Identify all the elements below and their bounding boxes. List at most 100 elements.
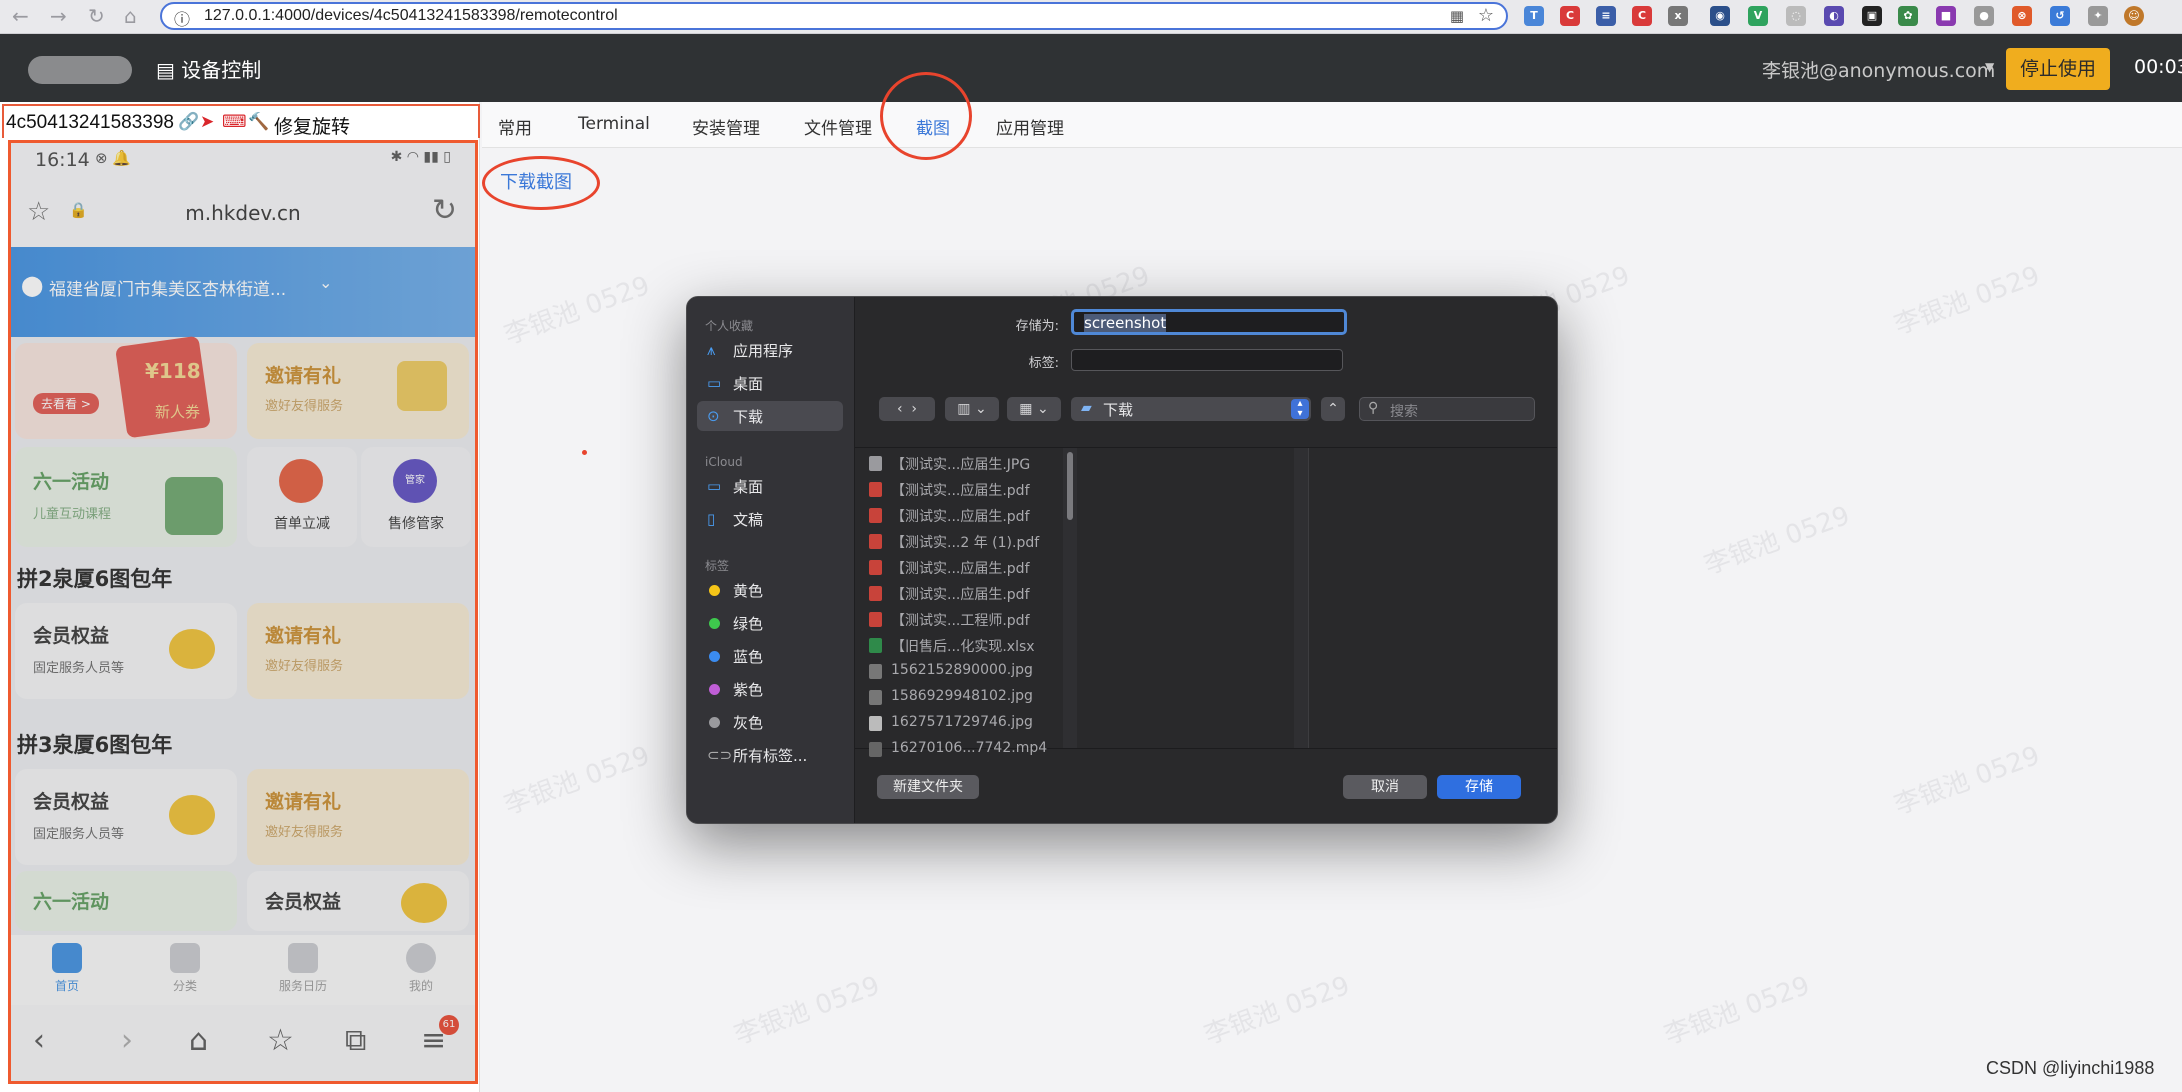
first-order-card[interactable]: 首单立减	[247, 447, 357, 547]
arrow-right-icon[interactable]: →	[50, 4, 67, 28]
vue-devtools-icon[interactable]: V	[1748, 6, 1768, 26]
activity-card[interactable]: 六一活动 儿童互动课程	[15, 447, 237, 547]
extension-icon[interactable]: ◐	[1824, 6, 1844, 26]
reload-icon[interactable]: ↻	[88, 4, 105, 28]
sidebar-item-downloads[interactable]: ⊙ 下载	[697, 401, 843, 431]
file-item[interactable]: 【测试实...应届生.pdf	[865, 556, 1065, 580]
star-icon[interactable]: ☆	[267, 1023, 294, 1058]
sidebar-item-tag-blue[interactable]: 蓝色	[697, 641, 843, 671]
tab-terminal[interactable]: Terminal	[578, 114, 650, 134]
file-item[interactable]: 【测试实...应届生.JPG	[865, 452, 1065, 476]
reload-icon[interactable]: ↻	[432, 193, 457, 228]
save-as-field[interactable]: screenshot	[1071, 309, 1347, 335]
keyboard-icon[interactable]: ⌨	[222, 112, 247, 132]
back-icon[interactable]: ‹	[33, 1023, 45, 1058]
tab-apps[interactable]: 应用管理	[996, 114, 1064, 139]
puzzle-icon[interactable]: ✦	[2088, 6, 2108, 26]
info-icon[interactable]: ⓘ	[174, 6, 190, 30]
file-item[interactable]: 【旧售后...化实现.xlsx	[865, 634, 1065, 658]
invite-card[interactable]: 邀请有礼 邀好友得服务	[247, 603, 469, 699]
extension-icon[interactable]: ◌	[1786, 6, 1806, 26]
sidebar-item-desktop[interactable]: ▭ 桌面	[697, 368, 843, 398]
member-card[interactable]: 会员权益 固定服务人员等	[15, 769, 237, 865]
file-item[interactable]: 16270106...7742.mp4	[865, 738, 1065, 762]
sidebar-item-applications[interactable]: ⩚ 应用程序	[697, 335, 843, 365]
collapse-button[interactable]: ⌃	[1321, 397, 1345, 421]
sidebar-item-all-tags[interactable]: ⊂⊃ 所有标签...	[697, 740, 843, 770]
stop-using-button[interactable]: 停止使用	[2006, 48, 2110, 90]
cancel-button[interactable]: 取消	[1343, 775, 1427, 799]
sidebar-item-documents[interactable]: ▯ 文稿	[697, 504, 843, 534]
phone-screen[interactable]: 16:14 ⊗ 🔔 ✱ ◠ ▮▮ ▯ ☆ 🔒 m.hkdev.cn ↻ ⬤ 福建…	[8, 140, 478, 1084]
hammer-icon[interactable]: 🔨	[248, 112, 269, 132]
user-menu[interactable]: 李银池@anonymous.com	[1762, 56, 1995, 83]
tab-common[interactable]: 常用	[498, 114, 532, 139]
dialog-sidebar: 个人收藏 ⩚ 应用程序 ▭ 桌面 ⊙ 下载 iCloud ▭ 桌面 ▯ 文稿 标签 黄色 …	[687, 297, 855, 823]
extension-icon[interactable]: C	[1560, 6, 1580, 26]
search-input[interactable]: ⚲ 搜索	[1359, 397, 1535, 421]
file-item[interactable]: 【测试实...2 年 (1).pdf	[865, 530, 1065, 554]
extension-icon[interactable]: ↺	[2050, 6, 2070, 26]
home-icon[interactable]: ⌂	[124, 4, 137, 28]
group-view-button[interactable]: ▦ ⌄	[1007, 397, 1061, 421]
file-item[interactable]: 【测试实...应届生.pdf	[865, 504, 1065, 528]
address-bar[interactable]: ⓘ 127.0.0.1:4000/devices/4c5041324158339…	[160, 2, 1508, 30]
arrow-left-icon[interactable]: ←	[12, 4, 29, 28]
tab-calendar[interactable]: 服务日历	[263, 943, 343, 994]
extension-icon[interactable]: ●	[1974, 6, 1994, 26]
member-card[interactable]: 会员权益	[247, 871, 469, 931]
extension-icon[interactable]: ✿	[1898, 6, 1918, 26]
extension-icon[interactable]: ■	[1936, 6, 1956, 26]
fix-rotation-button[interactable]: 修复旋转	[274, 112, 350, 139]
scrollbar-thumb[interactable]	[1067, 452, 1073, 520]
sidebar-item-tag-green[interactable]: 绿色	[697, 608, 843, 638]
location-select[interactable]: ▰ 下载 ▴ ▾	[1071, 397, 1311, 421]
red-packet-button[interactable]: 去看看 >	[33, 393, 99, 414]
invite-card[interactable]: 邀请有礼 邀好友得服务	[247, 343, 469, 439]
extension-icon[interactable]: C	[1632, 6, 1652, 26]
cursor-icon[interactable]: ➤	[200, 112, 214, 132]
extension-icon[interactable]: ▣	[1862, 6, 1882, 26]
file-item[interactable]: 【测试实...应届生.pdf	[865, 478, 1065, 502]
file-item[interactable]: 1586929948102.jpg	[865, 686, 1065, 710]
sidebar-item-tag-yellow[interactable]: 黄色	[697, 575, 843, 605]
column-view-button[interactable]: ▥ ⌄	[945, 397, 999, 421]
sidebar-item-icloud-desktop[interactable]: ▭ 桌面	[697, 471, 843, 501]
tab-files[interactable]: 文件管理	[804, 114, 872, 139]
tab-home[interactable]: 首页	[27, 943, 107, 994]
location-banner[interactable]: ⬤ 福建省厦门市集美区杏林街道... ⌄	[11, 247, 475, 337]
extension-icon[interactable]: ⊗	[2012, 6, 2032, 26]
forward-icon[interactable]: ›	[121, 1023, 133, 1058]
tab-category[interactable]: 分类	[145, 943, 225, 994]
extension-icon[interactable]: ≡	[1596, 6, 1616, 26]
file-item[interactable]: 【测试实...应届生.pdf	[865, 582, 1065, 606]
avatar[interactable]: ☺	[2124, 6, 2144, 26]
sidebar-item-tag-gray[interactable]: 灰色	[697, 707, 843, 737]
chevron-down-icon[interactable]: ▼	[1985, 60, 1994, 74]
bookmark-star-icon[interactable]: ☆	[1478, 5, 1494, 26]
qr-code-icon[interactable]: ▦	[1450, 7, 1464, 25]
file-item[interactable]: 【测试实...工程师.pdf	[865, 608, 1065, 632]
file-item[interactable]: 1562152890000.jpg	[865, 660, 1065, 684]
url-text: 127.0.0.1:4000/devices/4c50413241583398/…	[204, 7, 618, 24]
extension-icon[interactable]: x	[1668, 6, 1688, 26]
new-folder-button[interactable]: 新建文件夹	[877, 775, 979, 799]
invite-card[interactable]: 邀请有礼 邀好友得服务	[247, 769, 469, 865]
back-forward-buttons[interactable]: ‹ ›	[879, 397, 935, 421]
file-item[interactable]: 1627571729746.jpg	[865, 712, 1065, 736]
link-icon[interactable]: 🔗	[178, 112, 199, 132]
scrollbar[interactable]	[1294, 448, 1308, 748]
translate-extension-icon[interactable]: T	[1524, 6, 1544, 26]
sidebar-item-tag-purple[interactable]: 紫色	[697, 674, 843, 704]
red-packet-card[interactable]: ¥118 新人券 去看看 >	[15, 335, 237, 439]
tab-install[interactable]: 安装管理	[692, 114, 760, 139]
tab-mine[interactable]: 我的	[381, 943, 461, 994]
save-button[interactable]: 存储	[1437, 775, 1521, 799]
member-card[interactable]: 会员权益 固定服务人员等	[15, 603, 237, 699]
activity-card[interactable]: 六一活动	[15, 871, 237, 931]
home-icon[interactable]: ⌂	[189, 1023, 208, 1058]
butler-card[interactable]: 管家 售修管家	[361, 447, 471, 547]
tabs-icon[interactable]: ⧉	[345, 1023, 366, 1058]
tags-field[interactable]	[1071, 349, 1343, 371]
extension-icon[interactable]: ◉	[1710, 6, 1730, 26]
